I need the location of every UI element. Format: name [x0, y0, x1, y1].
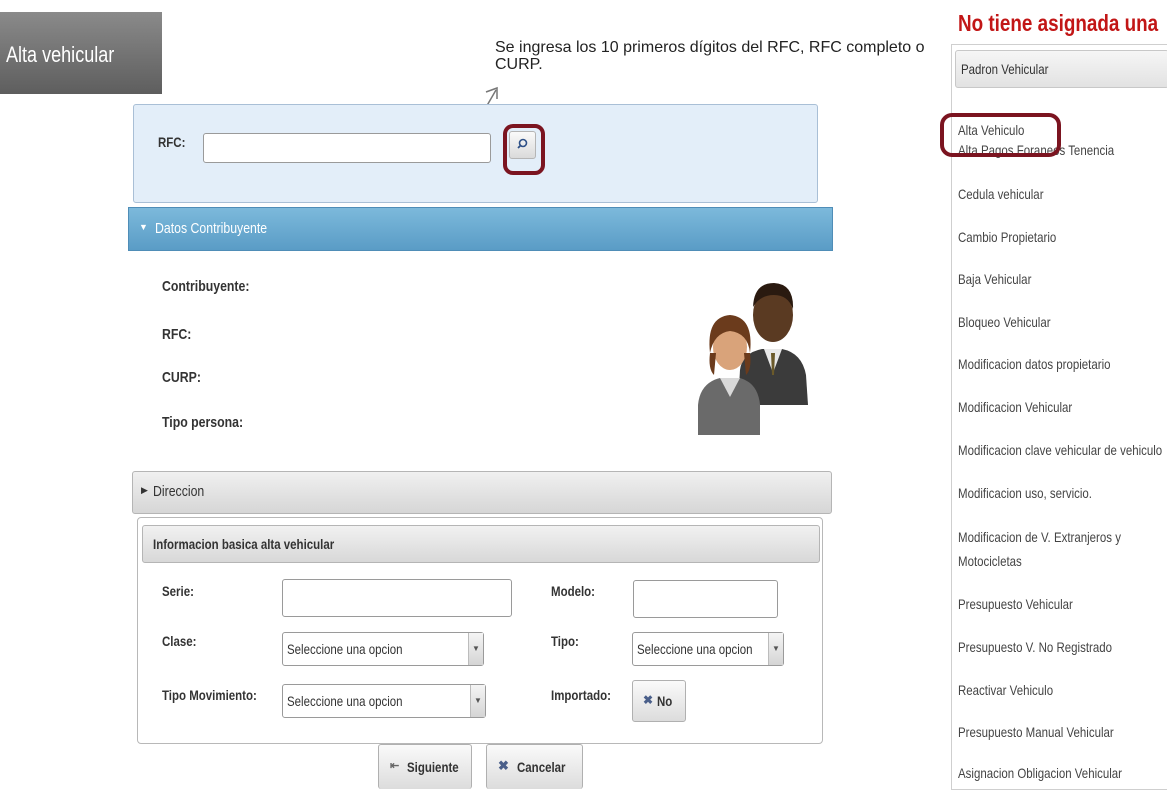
rfc-info-label: RFC:: [162, 326, 192, 343]
info-basica-title: Informacion basica alta vehicular: [153, 536, 335, 552]
importado-value: No: [657, 693, 673, 709]
sidebar-warning-title: No tiene asignada una: [958, 10, 1159, 36]
x-icon: ✖: [643, 693, 654, 707]
page-title-tab: Alta vehicular: [0, 12, 162, 94]
modelo-label: Modelo:: [551, 583, 595, 599]
expand-triangle-icon: ▶: [141, 485, 148, 495]
annotation-note: Se ingresa los 10 primeros dígitos del R…: [495, 39, 925, 73]
serie-input[interactable]: [282, 579, 512, 617]
sidebar-item-modificacion-vehicular[interactable]: Modificacion Vehicular: [958, 399, 1072, 415]
importado-label: Importado:: [551, 687, 611, 703]
datos-contribuyente-header[interactable]: ▼ Datos Contribuyente: [128, 207, 833, 251]
sidebar-item-motocicletas[interactable]: Motocicletas: [958, 553, 1022, 569]
rfc-input[interactable]: [203, 133, 491, 163]
importado-toggle[interactable]: ✖ No: [632, 680, 686, 722]
rfc-label: RFC:: [158, 134, 186, 150]
sidebar-item-presupuesto-vehicular[interactable]: Presupuesto Vehicular: [958, 596, 1073, 612]
modelo-input[interactable]: [633, 580, 778, 618]
sidebar-item-reactivar-vehiculo[interactable]: Reactivar Vehiculo: [958, 682, 1053, 698]
tipo-persona-label: Tipo persona:: [162, 414, 244, 431]
cancelar-button[interactable]: ✖ Cancelar: [486, 744, 583, 789]
clase-select-value: Seleccione una opcion: [287, 641, 403, 657]
siguiente-button[interactable]: ⇤ Siguiente: [378, 744, 472, 789]
tipo-label: Tipo:: [551, 633, 579, 649]
users-icon: [698, 283, 808, 435]
tipo-select-value: Seleccione una opcion: [637, 641, 753, 657]
page-title: Alta vehicular: [6, 42, 115, 67]
contribuyente-label: Contribuyente:: [162, 278, 250, 295]
sidebar-item-cedula-vehicular[interactable]: Cedula vehicular: [958, 186, 1044, 202]
siguiente-label: Siguiente: [407, 759, 459, 775]
dropdown-arrow-icon: ▼: [768, 633, 783, 665]
clase-select[interactable]: Seleccione una opcion ▼: [282, 632, 484, 666]
sidebar-item-modificacion-clave[interactable]: Modificacion clave vehicular de vehiculo: [958, 442, 1162, 458]
search-highlight-box: [503, 124, 545, 175]
sidebar-item-presupuesto-manual[interactable]: Presupuesto Manual Vehicular: [958, 724, 1114, 740]
cancel-icon: ✖: [498, 758, 509, 773]
sidebar-item-baja-vehicular[interactable]: Baja Vehicular: [958, 271, 1031, 287]
tipo-movimiento-select[interactable]: Seleccione una opcion ▼: [282, 684, 486, 718]
sidebar-item-bloqueo-vehicular[interactable]: Bloqueo Vehicular: [958, 314, 1051, 330]
sidebar-item-cambio-propietario[interactable]: Cambio Propietario: [958, 229, 1056, 245]
sidebar-header-label: Padron Vehicular: [961, 61, 1049, 77]
dropdown-arrow-icon: ▼: [468, 633, 483, 665]
tipo-movimiento-label: Tipo Movimiento:: [162, 687, 257, 703]
dropdown-arrow-icon: ▼: [470, 685, 485, 717]
curp-label: CURP:: [162, 369, 201, 386]
collapse-triangle-icon: ▼: [139, 222, 148, 232]
datos-contribuyente-title: Datos Contribuyente: [155, 220, 268, 237]
tipo-select[interactable]: Seleccione una opcion ▼: [632, 632, 784, 666]
sidebar-item-modificacion-datos-propietario[interactable]: Modificacion datos propietario: [958, 356, 1111, 372]
info-basica-header: Informacion basica alta vehicular: [142, 525, 820, 563]
tipo-movimiento-select-value: Seleccione una opcion: [287, 693, 403, 709]
sidebar-item-modificacion-uso[interactable]: Modificacion uso, servicio.: [958, 485, 1092, 501]
cancelar-label: Cancelar: [517, 759, 566, 775]
clase-label: Clase:: [162, 633, 197, 649]
sidebar-item-modificacion-extranjeros[interactable]: Modificacion de V. Extranjeros y: [958, 529, 1121, 545]
direccion-header[interactable]: ▶ Direccion: [132, 471, 832, 514]
serie-label: Serie:: [162, 583, 194, 599]
sidebar-item-asignacion-obligacion[interactable]: Asignacion Obligacion Vehicular: [958, 765, 1122, 781]
sidebar-item-presupuesto-no-registrado[interactable]: Presupuesto V. No Registrado: [958, 639, 1112, 655]
sidebar-highlight-box: [940, 113, 1061, 157]
next-icon: ⇤: [390, 760, 400, 772]
direccion-title: Direccion: [153, 483, 205, 500]
sidebar-header-padron-vehicular[interactable]: Padron Vehicular: [955, 50, 1167, 88]
